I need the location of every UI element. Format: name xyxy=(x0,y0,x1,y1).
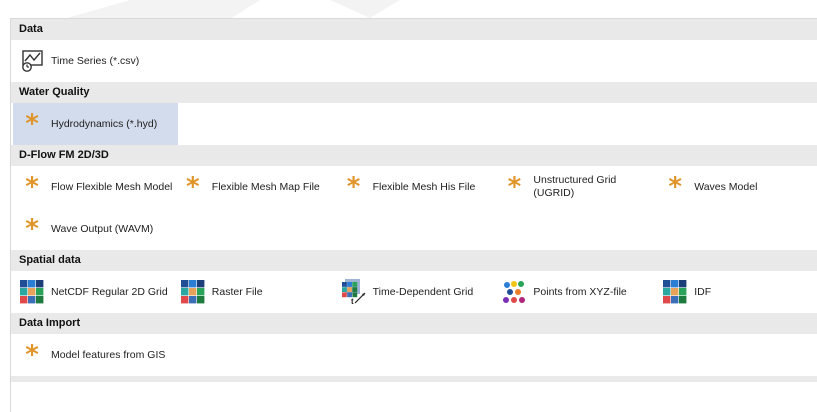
item-label: Flexible Mesh Map File xyxy=(211,180,320,193)
import-item-waves-model[interactable]: * Waves Model xyxy=(656,166,817,208)
item-row: Time Series (*.csv) xyxy=(11,40,817,82)
import-item-flow-flexible-mesh-model[interactable]: * Flow Flexible Mesh Model xyxy=(13,166,174,208)
data-import-panel: Data Time Series (*.csv) Water Quality * Hy… xyxy=(10,18,817,412)
section-header-spatial-data: Spatial data xyxy=(11,250,817,271)
star-icon: * xyxy=(668,172,682,202)
star-icon: * xyxy=(346,172,361,202)
grid-icon xyxy=(662,279,688,305)
item-row: * Wave Output (WAVM) xyxy=(11,208,817,250)
section-header-data: Data xyxy=(11,19,817,40)
time-grid-icon: t xyxy=(341,279,367,305)
item-row: * Hydrodynamics (*.hyd) xyxy=(11,103,817,145)
import-item-hydrodynamics-hyd[interactable]: * Hydrodynamics (*.hyd) xyxy=(13,103,178,145)
item-label: Time-Dependent Grid xyxy=(372,285,474,298)
item-label: Points from XYZ-file xyxy=(533,285,627,298)
star-icon: * xyxy=(507,172,522,202)
section-header-data-import: Data Import xyxy=(11,313,817,334)
import-item-raster-file[interactable]: Raster File xyxy=(174,271,335,313)
item-row: NetCDF Regular 2D Grid Raster File t Time-D… xyxy=(11,271,817,313)
import-item-wave-output-wavm[interactable]: * Wave Output (WAVM) xyxy=(13,208,178,250)
import-item-unstructured-grid-ugrid[interactable]: * Unstructured Grid (UGRID) xyxy=(495,166,656,208)
item-label: Waves Model xyxy=(694,180,758,193)
import-item-flexible-mesh-map-file[interactable]: * Flexible Mesh Map File xyxy=(174,166,335,208)
grid-icon xyxy=(180,279,206,305)
star-icon: * xyxy=(185,172,200,202)
import-item-model-features-from-gis[interactable]: * Model features from GIS xyxy=(13,334,178,376)
import-item-flexible-mesh-his-file[interactable]: * Flexible Mesh His File xyxy=(335,166,496,208)
time-series-icon xyxy=(19,48,45,74)
item-label: Model features from GIS xyxy=(51,348,166,361)
item-label: Hydrodynamics (*.hyd) xyxy=(51,117,158,130)
import-item-time-dependent-grid[interactable]: t Time-Dependent Grid xyxy=(335,271,496,313)
section-header-water-quality: Water Quality xyxy=(11,82,817,103)
item-label: Unstructured Grid (UGRID) xyxy=(533,174,617,199)
section-header-d-flow-fm-2d-3d: D-Flow FM 2D/3D xyxy=(11,145,817,166)
item-row: * Model features from GIS xyxy=(11,334,817,376)
import-item-netcdf-regular-2d-grid[interactable]: NetCDF Regular 2D Grid xyxy=(13,271,174,313)
item-label: Raster File xyxy=(211,285,263,298)
item-row: * Flow Flexible Mesh Model * Flexible Mesh … xyxy=(11,166,817,208)
item-label: Wave Output (WAVM) xyxy=(51,222,154,235)
item-label: IDF xyxy=(694,285,712,298)
import-item-time-series-csv[interactable]: Time Series (*.csv) xyxy=(13,40,178,82)
star-icon: * xyxy=(25,172,39,202)
grid-icon xyxy=(19,279,45,305)
svg-text:t: t xyxy=(351,297,354,305)
panel-footer-bar xyxy=(11,376,817,382)
points-icon xyxy=(501,279,527,305)
star-icon: * xyxy=(25,109,39,139)
item-label: NetCDF Regular 2D Grid xyxy=(51,285,168,298)
star-icon: * xyxy=(25,340,39,370)
item-label: Flow Flexible Mesh Model xyxy=(51,180,173,193)
item-label: Time Series (*.csv) xyxy=(51,54,140,67)
import-item-points-from-xyz-file[interactable]: Points from XYZ-file xyxy=(495,271,656,313)
import-item-idf[interactable]: IDF xyxy=(656,271,817,313)
item-label: Flexible Mesh His File xyxy=(372,180,476,193)
star-icon: * xyxy=(25,214,39,244)
